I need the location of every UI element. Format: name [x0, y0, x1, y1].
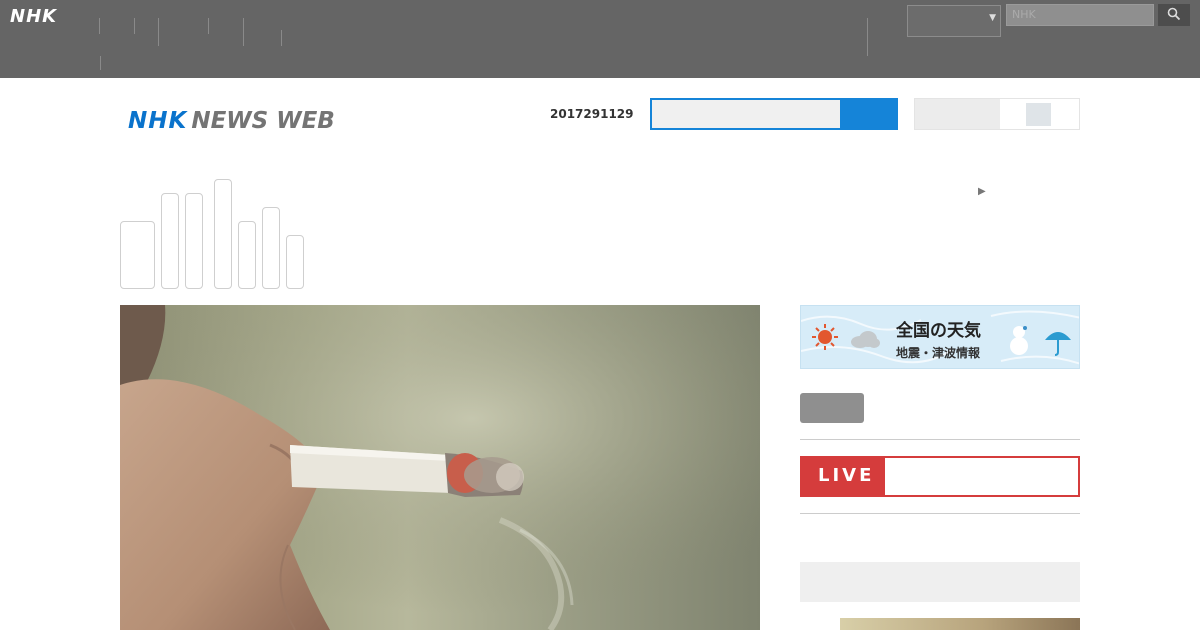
region-select-value	[913, 14, 917, 28]
live-badge: LIVE	[802, 458, 885, 495]
nhk-logo[interactable]: NHK	[10, 6, 57, 27]
logo-newsweb-text: NEWS WEB	[191, 108, 335, 134]
chevron-down-icon: ▼	[989, 13, 996, 23]
news-web-logo[interactable]: NHK NEWS WEB	[128, 108, 335, 134]
nav-divider	[243, 18, 244, 46]
toggle-knob[interactable]	[1026, 103, 1051, 126]
category-tab[interactable]	[185, 193, 203, 289]
sidebar-divider	[800, 513, 1080, 514]
nav-divider	[134, 18, 135, 34]
category-tab-active[interactable]	[120, 221, 155, 289]
display-toggle[interactable]	[914, 98, 1080, 130]
top-story-image[interactable]	[120, 305, 760, 630]
sidebar-gray-button[interactable]	[800, 393, 864, 423]
news-search-button[interactable]	[842, 98, 898, 130]
sidebar-divider	[800, 439, 1080, 440]
nav-divider	[281, 30, 282, 46]
region-select[interactable]: ▼	[907, 5, 1001, 37]
global-nav-bar: NHK ▼ NHK	[0, 0, 1200, 78]
global-nav-item[interactable]	[83, 22, 87, 58]
weather-subtitle: 地震・津波情報	[896, 346, 981, 360]
nav-divider	[158, 18, 159, 46]
global-nav-item[interactable]	[105, 10, 109, 34]
sun-icon	[812, 324, 838, 350]
snowman-icon	[1010, 326, 1028, 355]
global-nav-item[interactable]	[163, 10, 167, 34]
umbrella-icon	[1045, 332, 1071, 356]
nav-divider	[208, 18, 209, 34]
toggle-label	[915, 99, 1000, 129]
global-nav-item[interactable]	[214, 10, 218, 34]
weather-title: 全国の天気	[896, 321, 981, 341]
category-tab[interactable]	[214, 179, 232, 289]
date-display: 2017291129	[550, 107, 634, 121]
search-icon	[1167, 7, 1181, 21]
header-right-link[interactable]: ▶	[978, 182, 996, 198]
global-nav-item[interactable]	[250, 10, 254, 46]
live-stream-banner[interactable]: LIVE	[800, 456, 1080, 497]
ranking-thumbnail[interactable]	[840, 618, 1080, 630]
logo-nhk-text: NHK	[128, 108, 188, 134]
sidebar-link[interactable]	[882, 398, 887, 416]
global-nav-item[interactable]	[850, 20, 854, 56]
nhk-search-button[interactable]	[1158, 4, 1190, 26]
category-tab[interactable]	[286, 235, 304, 289]
nav-divider	[99, 18, 100, 34]
live-stream-title	[901, 466, 906, 486]
nav-divider	[100, 56, 101, 70]
cloud-icon	[851, 331, 880, 348]
news-search-input[interactable]	[650, 98, 842, 130]
nhk-search-input[interactable]: NHK	[1006, 4, 1154, 26]
global-nav-item[interactable]	[872, 10, 876, 34]
category-tab[interactable]	[161, 193, 179, 289]
cigarette-photo-illustration	[120, 305, 760, 630]
category-tab[interactable]	[262, 207, 280, 289]
triangle-right-icon: ▶	[978, 186, 986, 197]
ranking-heading	[800, 562, 1080, 602]
weather-banner[interactable]: 全国の天気 地震・津波情報	[800, 305, 1080, 369]
global-nav-item[interactable]	[141, 22, 145, 34]
nav-divider	[867, 18, 868, 56]
category-tab[interactable]	[238, 221, 256, 289]
header-right-link-text	[992, 182, 996, 198]
